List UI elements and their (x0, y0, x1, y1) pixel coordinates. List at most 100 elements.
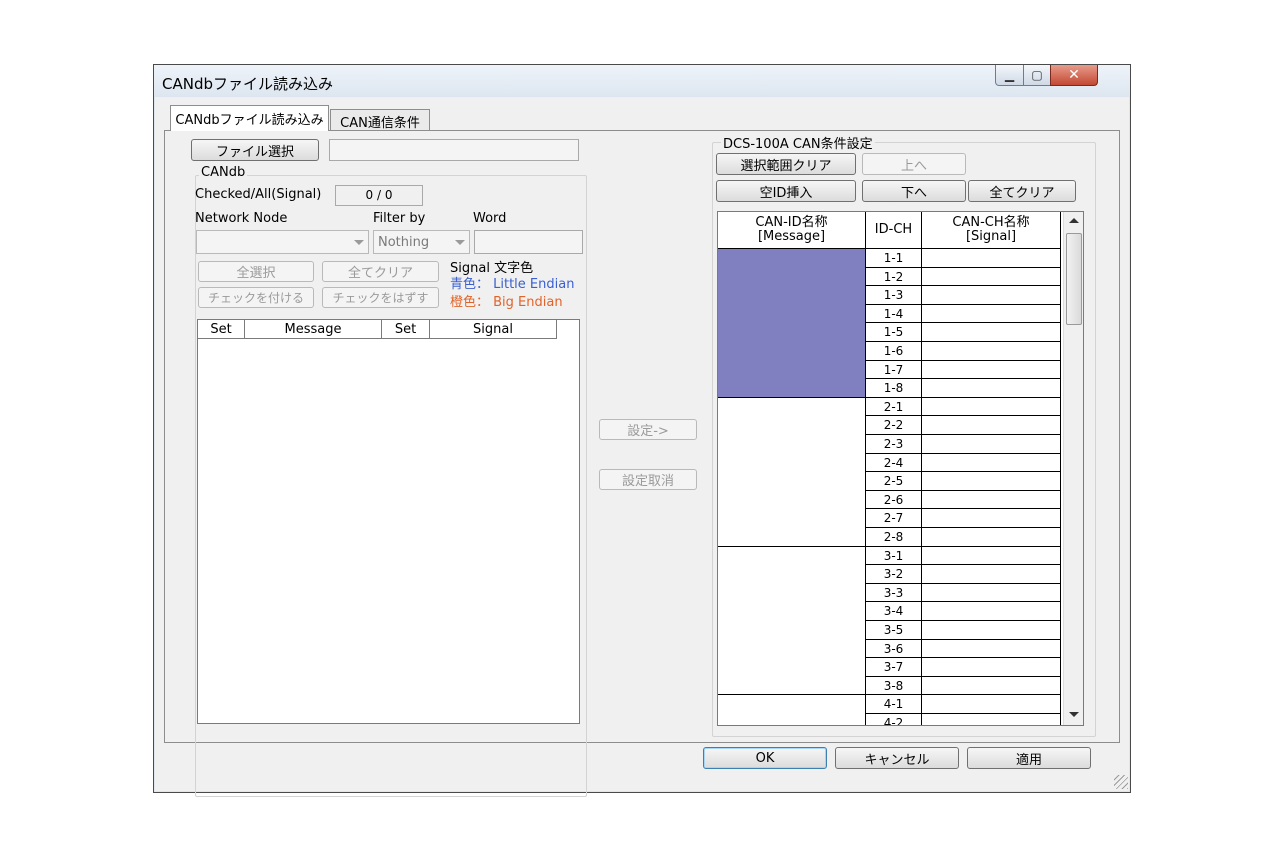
signal-list[interactable]: Set Message Set Signal (197, 319, 580, 724)
minimize-button[interactable]: ▁ (995, 65, 1024, 86)
close-button[interactable]: ✕ (1050, 65, 1098, 86)
grid-signal-cell[interactable] (922, 304, 1061, 324)
filter-by-combo[interactable]: Nothing (373, 230, 470, 254)
grid-idch-cell[interactable]: 1-5 (866, 323, 922, 342)
clear-selection-button[interactable]: 選択範囲クリア (716, 153, 856, 175)
grid-idch-cell[interactable]: 1-7 (866, 360, 922, 380)
grid-idch-cell[interactable]: 1-4 (866, 304, 922, 324)
checked-count-field: 0 / 0 (335, 185, 423, 206)
grid-signal-cell[interactable] (922, 565, 1061, 584)
select-all-button[interactable]: 全選択 (198, 261, 314, 282)
grid-signal-cell[interactable] (922, 472, 1061, 491)
grid-signal-cell[interactable] (922, 416, 1061, 435)
grid-idch-cell[interactable]: 3-5 (866, 621, 922, 640)
grid-signal-cell[interactable] (922, 379, 1061, 398)
grid-idch-cell[interactable]: 2-7 (866, 509, 922, 528)
grid-header-idch[interactable]: ID-CH (866, 212, 922, 249)
ok-button[interactable]: OK (703, 747, 827, 769)
grid-idch-cell[interactable]: 1-1 (866, 249, 922, 268)
grid-idch-cell[interactable]: 2-5 (866, 472, 922, 491)
set-arrow-button[interactable]: 設定-> (599, 419, 697, 440)
vertical-scrollbar[interactable] (1063, 212, 1083, 725)
grid-signal-cell[interactable] (922, 602, 1061, 621)
uncheck-button[interactable]: チェックをはずす (322, 287, 439, 308)
move-down-button[interactable]: 下へ (862, 180, 966, 202)
grid-idch-cell[interactable]: 2-6 (866, 490, 922, 510)
grid-signal-cell[interactable] (922, 453, 1061, 473)
scroll-down-icon[interactable] (1069, 712, 1079, 717)
grid-signal-cell[interactable] (922, 639, 1061, 659)
grid-signal-cell[interactable] (922, 528, 1061, 547)
grid-message-cell[interactable] (718, 249, 866, 398)
grid-idch-cell[interactable]: 4-1 (866, 695, 922, 714)
grid-signal-cell[interactable] (922, 323, 1061, 342)
grid-idch-cell[interactable]: 3-1 (866, 546, 922, 566)
grid-signal-cell[interactable] (922, 435, 1061, 454)
title-bar[interactable]: CANdbファイル読み込み ▁ ▢ ✕ (154, 65, 1130, 97)
grid-header-message-line1: CAN-ID名称 (755, 215, 828, 230)
list-header-signal[interactable]: Signal (430, 320, 557, 339)
grid-signal-cell[interactable] (922, 342, 1061, 361)
grid-idch-cell[interactable]: 3-8 (866, 676, 922, 696)
cancel-button[interactable]: キャンセル (835, 747, 959, 769)
chevron-down-icon (354, 240, 364, 245)
grid-header-message[interactable]: CAN-ID名称 [Message] (718, 212, 866, 249)
grid-idch-cell[interactable]: 2-4 (866, 453, 922, 473)
network-node-combo[interactable] (196, 230, 369, 254)
tab-candb-import[interactable]: CANdbファイル読み込み (170, 105, 329, 131)
file-select-button[interactable]: ファイル選択 (191, 139, 319, 161)
grid-header-signal-line2: [Signal] (965, 229, 1017, 244)
scroll-up-icon[interactable] (1069, 218, 1079, 223)
grid-signal-cell[interactable] (922, 397, 1061, 417)
file-path-field[interactable] (329, 139, 579, 161)
scrollbar-thumb[interactable] (1066, 233, 1082, 325)
grid-signal-cell[interactable] (922, 621, 1061, 640)
grid-idch-cell[interactable]: 1-6 (866, 342, 922, 361)
list-header-set-1[interactable]: Set (198, 320, 245, 339)
grid-idch-cell[interactable]: 1-3 (866, 286, 922, 305)
grid-idch-cell[interactable]: 1-8 (866, 379, 922, 398)
insert-empty-id-button[interactable]: 空ID挿入 (716, 180, 856, 202)
grid-signal-cell[interactable] (922, 583, 1061, 603)
grid-idch-cell[interactable]: 2-1 (866, 397, 922, 417)
clear-all-left-button[interactable]: 全てクリア (322, 261, 439, 282)
grid-idch-cell[interactable]: 2-2 (866, 416, 922, 435)
grid-signal-cell[interactable] (922, 676, 1061, 696)
grid-idch-cell[interactable]: 2-3 (866, 435, 922, 454)
grid-signal-cell[interactable] (922, 286, 1061, 305)
grid-message-cell[interactable] (718, 695, 866, 725)
grid-message-cell[interactable] (718, 546, 866, 696)
grid-message-cell[interactable] (718, 397, 866, 547)
cancel-setting-button[interactable]: 設定取消 (599, 469, 697, 490)
grid-idch-cell[interactable]: 2-8 (866, 528, 922, 547)
resize-grip-icon[interactable] (1114, 775, 1128, 789)
grid-idch-cell[interactable]: 3-6 (866, 639, 922, 659)
grid-signal-cell[interactable] (922, 658, 1061, 677)
grid-idch-cell[interactable]: 3-4 (866, 602, 922, 621)
network-node-label: Network Node (195, 211, 288, 226)
word-input[interactable] (474, 230, 583, 254)
maximize-button[interactable]: ▢ (1023, 65, 1051, 86)
grid-idch-cell[interactable]: 3-7 (866, 658, 922, 677)
grid-signal-cell[interactable] (922, 509, 1061, 528)
grid-header-signal[interactable]: CAN-CH名称 [Signal] (922, 212, 1061, 249)
can-condition-grid[interactable]: CAN-ID名称 [Message] ID-CH CAN-CH名称 [Signa… (717, 211, 1084, 726)
chevron-down-icon (455, 240, 465, 245)
list-header-message[interactable]: Message (245, 320, 382, 339)
grid-signal-cell[interactable] (922, 267, 1061, 287)
grid-signal-cell[interactable] (922, 714, 1061, 725)
grid-signal-cell[interactable] (922, 546, 1061, 566)
grid-signal-cell[interactable] (922, 695, 1061, 714)
clear-all-right-button[interactable]: 全てクリア (968, 180, 1076, 202)
check-button[interactable]: チェックを付ける (198, 287, 314, 308)
grid-signal-cell[interactable] (922, 360, 1061, 380)
grid-idch-cell[interactable]: 3-2 (866, 565, 922, 584)
grid-signal-cell[interactable] (922, 249, 1061, 268)
grid-idch-cell[interactable]: 3-3 (866, 583, 922, 603)
grid-idch-cell[interactable]: 4-2 (866, 714, 922, 725)
list-header-set-2[interactable]: Set (382, 320, 430, 339)
apply-button[interactable]: 適用 (967, 747, 1091, 769)
grid-idch-cell[interactable]: 1-2 (866, 267, 922, 287)
move-up-button[interactable]: 上へ (862, 153, 966, 175)
grid-signal-cell[interactable] (922, 490, 1061, 510)
